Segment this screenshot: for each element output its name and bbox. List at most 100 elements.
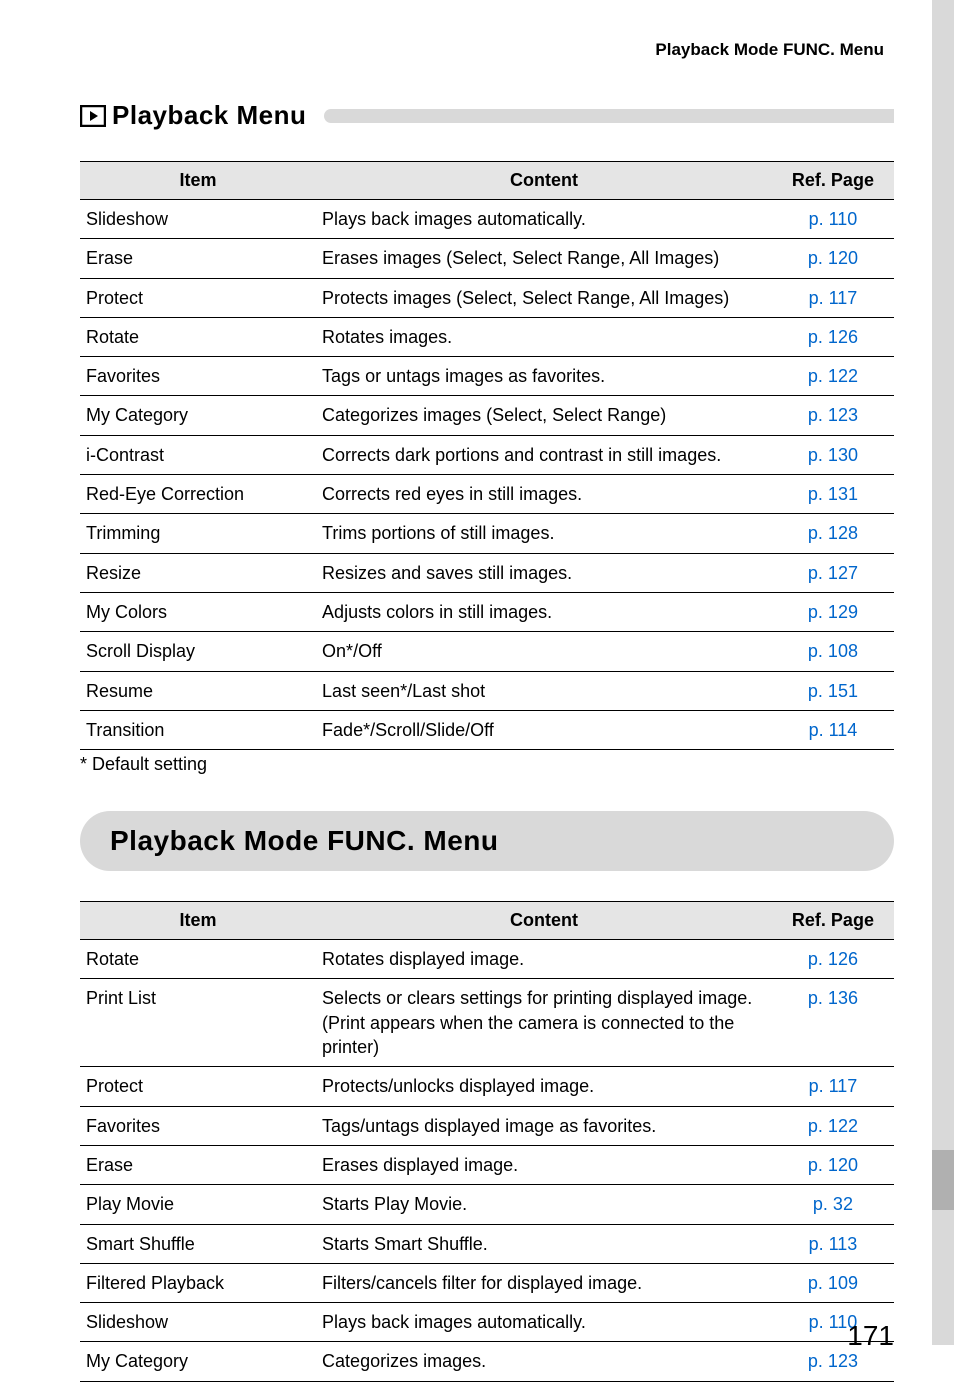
- cell-ref-link[interactable]: p. 32: [772, 1185, 894, 1224]
- section-title-2: Playback Mode FUNC. Menu: [110, 825, 499, 856]
- cell-item: My Category: [80, 396, 316, 435]
- table-row: My CategoryCategorizes images (Select, S…: [80, 396, 894, 435]
- cell-item: Erase: [80, 239, 316, 278]
- cell-content: Tags/untags displayed image as favorites…: [316, 1106, 772, 1145]
- cell-ref-link[interactable]: p. 151: [772, 671, 894, 710]
- cell-content: Corrects dark portions and contrast in s…: [316, 435, 772, 474]
- col-ref: Ref. Page: [772, 162, 894, 200]
- cell-item: Scroll Display: [80, 632, 316, 671]
- footnote: * Default setting: [80, 754, 894, 775]
- playback-menu-table: Item Content Ref. Page SlideshowPlays ba…: [80, 161, 894, 750]
- cell-item: Protect: [80, 278, 316, 317]
- cell-content: Rotates images.: [316, 317, 772, 356]
- cell-content: Plays back images automatically.: [316, 200, 772, 239]
- col-content: Content: [316, 162, 772, 200]
- cell-item: My Colors: [80, 592, 316, 631]
- cell-ref-link[interactable]: p. 117: [772, 1067, 894, 1106]
- page-header: Playback Mode FUNC. Menu: [80, 40, 894, 60]
- table-row: FavoritesTags/untags displayed image as …: [80, 1106, 894, 1145]
- col-ref-2: Ref. Page: [772, 902, 894, 940]
- cell-item: Slideshow: [80, 1303, 316, 1342]
- col-content-2: Content: [316, 902, 772, 940]
- cell-ref-link[interactable]: p. 123: [772, 396, 894, 435]
- col-item-2: Item: [80, 902, 316, 940]
- cell-ref-link[interactable]: p. 113: [772, 1224, 894, 1263]
- cell-item: Trimming: [80, 514, 316, 553]
- table-row: SlideshowPlays back images automatically…: [80, 200, 894, 239]
- cell-ref-link[interactable]: p. 120: [772, 1145, 894, 1184]
- cell-item: Red-Eye Correction: [80, 475, 316, 514]
- cell-ref-link[interactable]: p. 110: [772, 200, 894, 239]
- col-item: Item: [80, 162, 316, 200]
- cell-ref-link[interactable]: p. 128: [772, 514, 894, 553]
- cell-item: Play Movie: [80, 1185, 316, 1224]
- cell-item: My Category: [80, 1342, 316, 1381]
- cell-content: Starts Smart Shuffle.: [316, 1224, 772, 1263]
- table-row: ResizeResizes and saves still images.p. …: [80, 553, 894, 592]
- cell-item: Smart Shuffle: [80, 1224, 316, 1263]
- table-row: RotateRotates images.p. 126: [80, 317, 894, 356]
- section-func-menu: Playback Mode FUNC. Menu: [80, 811, 894, 871]
- table-row: ProtectProtects/unlocks displayed image.…: [80, 1067, 894, 1106]
- cell-content: Starts Play Movie.: [316, 1185, 772, 1224]
- cell-item: Favorites: [80, 357, 316, 396]
- cell-ref-link[interactable]: p. 131: [772, 475, 894, 514]
- cell-item: Filtered Playback: [80, 1263, 316, 1302]
- cell-ref-link[interactable]: p. 127: [772, 553, 894, 592]
- table-row: TrimmingTrims portions of still images.p…: [80, 514, 894, 553]
- table-row: Red-Eye CorrectionCorrects red eyes in s…: [80, 475, 894, 514]
- cell-content: Last seen*/Last shot: [316, 671, 772, 710]
- cell-content: Adjusts colors in still images.: [316, 592, 772, 631]
- table-row: My CategoryCategorizes images.p. 123: [80, 1342, 894, 1381]
- cell-content: Erases displayed image.: [316, 1145, 772, 1184]
- cell-ref-link[interactable]: p. 120: [772, 239, 894, 278]
- table-row: SlideshowPlays back images automatically…: [80, 1303, 894, 1342]
- cell-content: Fade*/Scroll/Slide/Off: [316, 710, 772, 749]
- cell-content: Categorizes images (Select, Select Range…: [316, 396, 772, 435]
- table-row: FavoritesTags or untags images as favori…: [80, 357, 894, 396]
- cell-content: Filters/cancels filter for displayed ima…: [316, 1263, 772, 1302]
- cell-ref-link[interactable]: p. 108: [772, 632, 894, 671]
- cell-ref-link[interactable]: p. 122: [772, 1106, 894, 1145]
- cell-item: Resize: [80, 553, 316, 592]
- cell-ref-link[interactable]: p. 130: [772, 435, 894, 474]
- table-row: RotateRotates displayed image.p. 126: [80, 940, 894, 979]
- table-row: Filtered PlaybackFilters/cancels filter …: [80, 1263, 894, 1302]
- cell-ref-link[interactable]: p. 114: [772, 710, 894, 749]
- table-row: My ColorsAdjusts colors in still images.…: [80, 592, 894, 631]
- side-bar: [932, 0, 954, 1345]
- cell-content: Protects images (Select, Select Range, A…: [316, 278, 772, 317]
- cell-ref-link[interactable]: p. 122: [772, 357, 894, 396]
- section-stripe: [324, 109, 894, 123]
- cell-content: Selects or clears settings for printing …: [316, 979, 772, 1067]
- table-row: Scroll DisplayOn*/Offp. 108: [80, 632, 894, 671]
- cell-content: Tags or untags images as favorites.: [316, 357, 772, 396]
- table-row: ProtectProtects images (Select, Select R…: [80, 278, 894, 317]
- cell-content: Corrects red eyes in still images.: [316, 475, 772, 514]
- cell-item: Erase: [80, 1145, 316, 1184]
- cell-ref-link[interactable]: p. 117: [772, 278, 894, 317]
- table-row: i-ContrastCorrects dark portions and con…: [80, 435, 894, 474]
- cell-content: Resizes and saves still images.: [316, 553, 772, 592]
- cell-ref-link[interactable]: p. 109: [772, 1263, 894, 1302]
- cell-item: i-Contrast: [80, 435, 316, 474]
- cell-item: Print List: [80, 979, 316, 1067]
- table-row: EraseErases displayed image.p. 120: [80, 1145, 894, 1184]
- page-number: 171: [847, 1320, 894, 1352]
- cell-ref-link[interactable]: p. 129: [772, 592, 894, 631]
- table-row: Smart ShuffleStarts Smart Shuffle.p. 113: [80, 1224, 894, 1263]
- cell-content: Plays back images automatically.: [316, 1303, 772, 1342]
- cell-ref-link[interactable]: p. 136: [772, 979, 894, 1067]
- cell-item: Resume: [80, 671, 316, 710]
- cell-item: Favorites: [80, 1106, 316, 1145]
- cell-content: Trims portions of still images.: [316, 514, 772, 553]
- table-row: EraseErases images (Select, Select Range…: [80, 239, 894, 278]
- side-tab: [932, 1150, 954, 1210]
- func-menu-table: Item Content Ref. Page RotateRotates dis…: [80, 901, 894, 1382]
- section-playback-menu: Playback Menu: [80, 100, 894, 131]
- table-row: Print ListSelects or clears settings for…: [80, 979, 894, 1067]
- cell-ref-link[interactable]: p. 126: [772, 317, 894, 356]
- cell-item: Rotate: [80, 940, 316, 979]
- cell-ref-link[interactable]: p. 126: [772, 940, 894, 979]
- play-icon: [80, 105, 106, 127]
